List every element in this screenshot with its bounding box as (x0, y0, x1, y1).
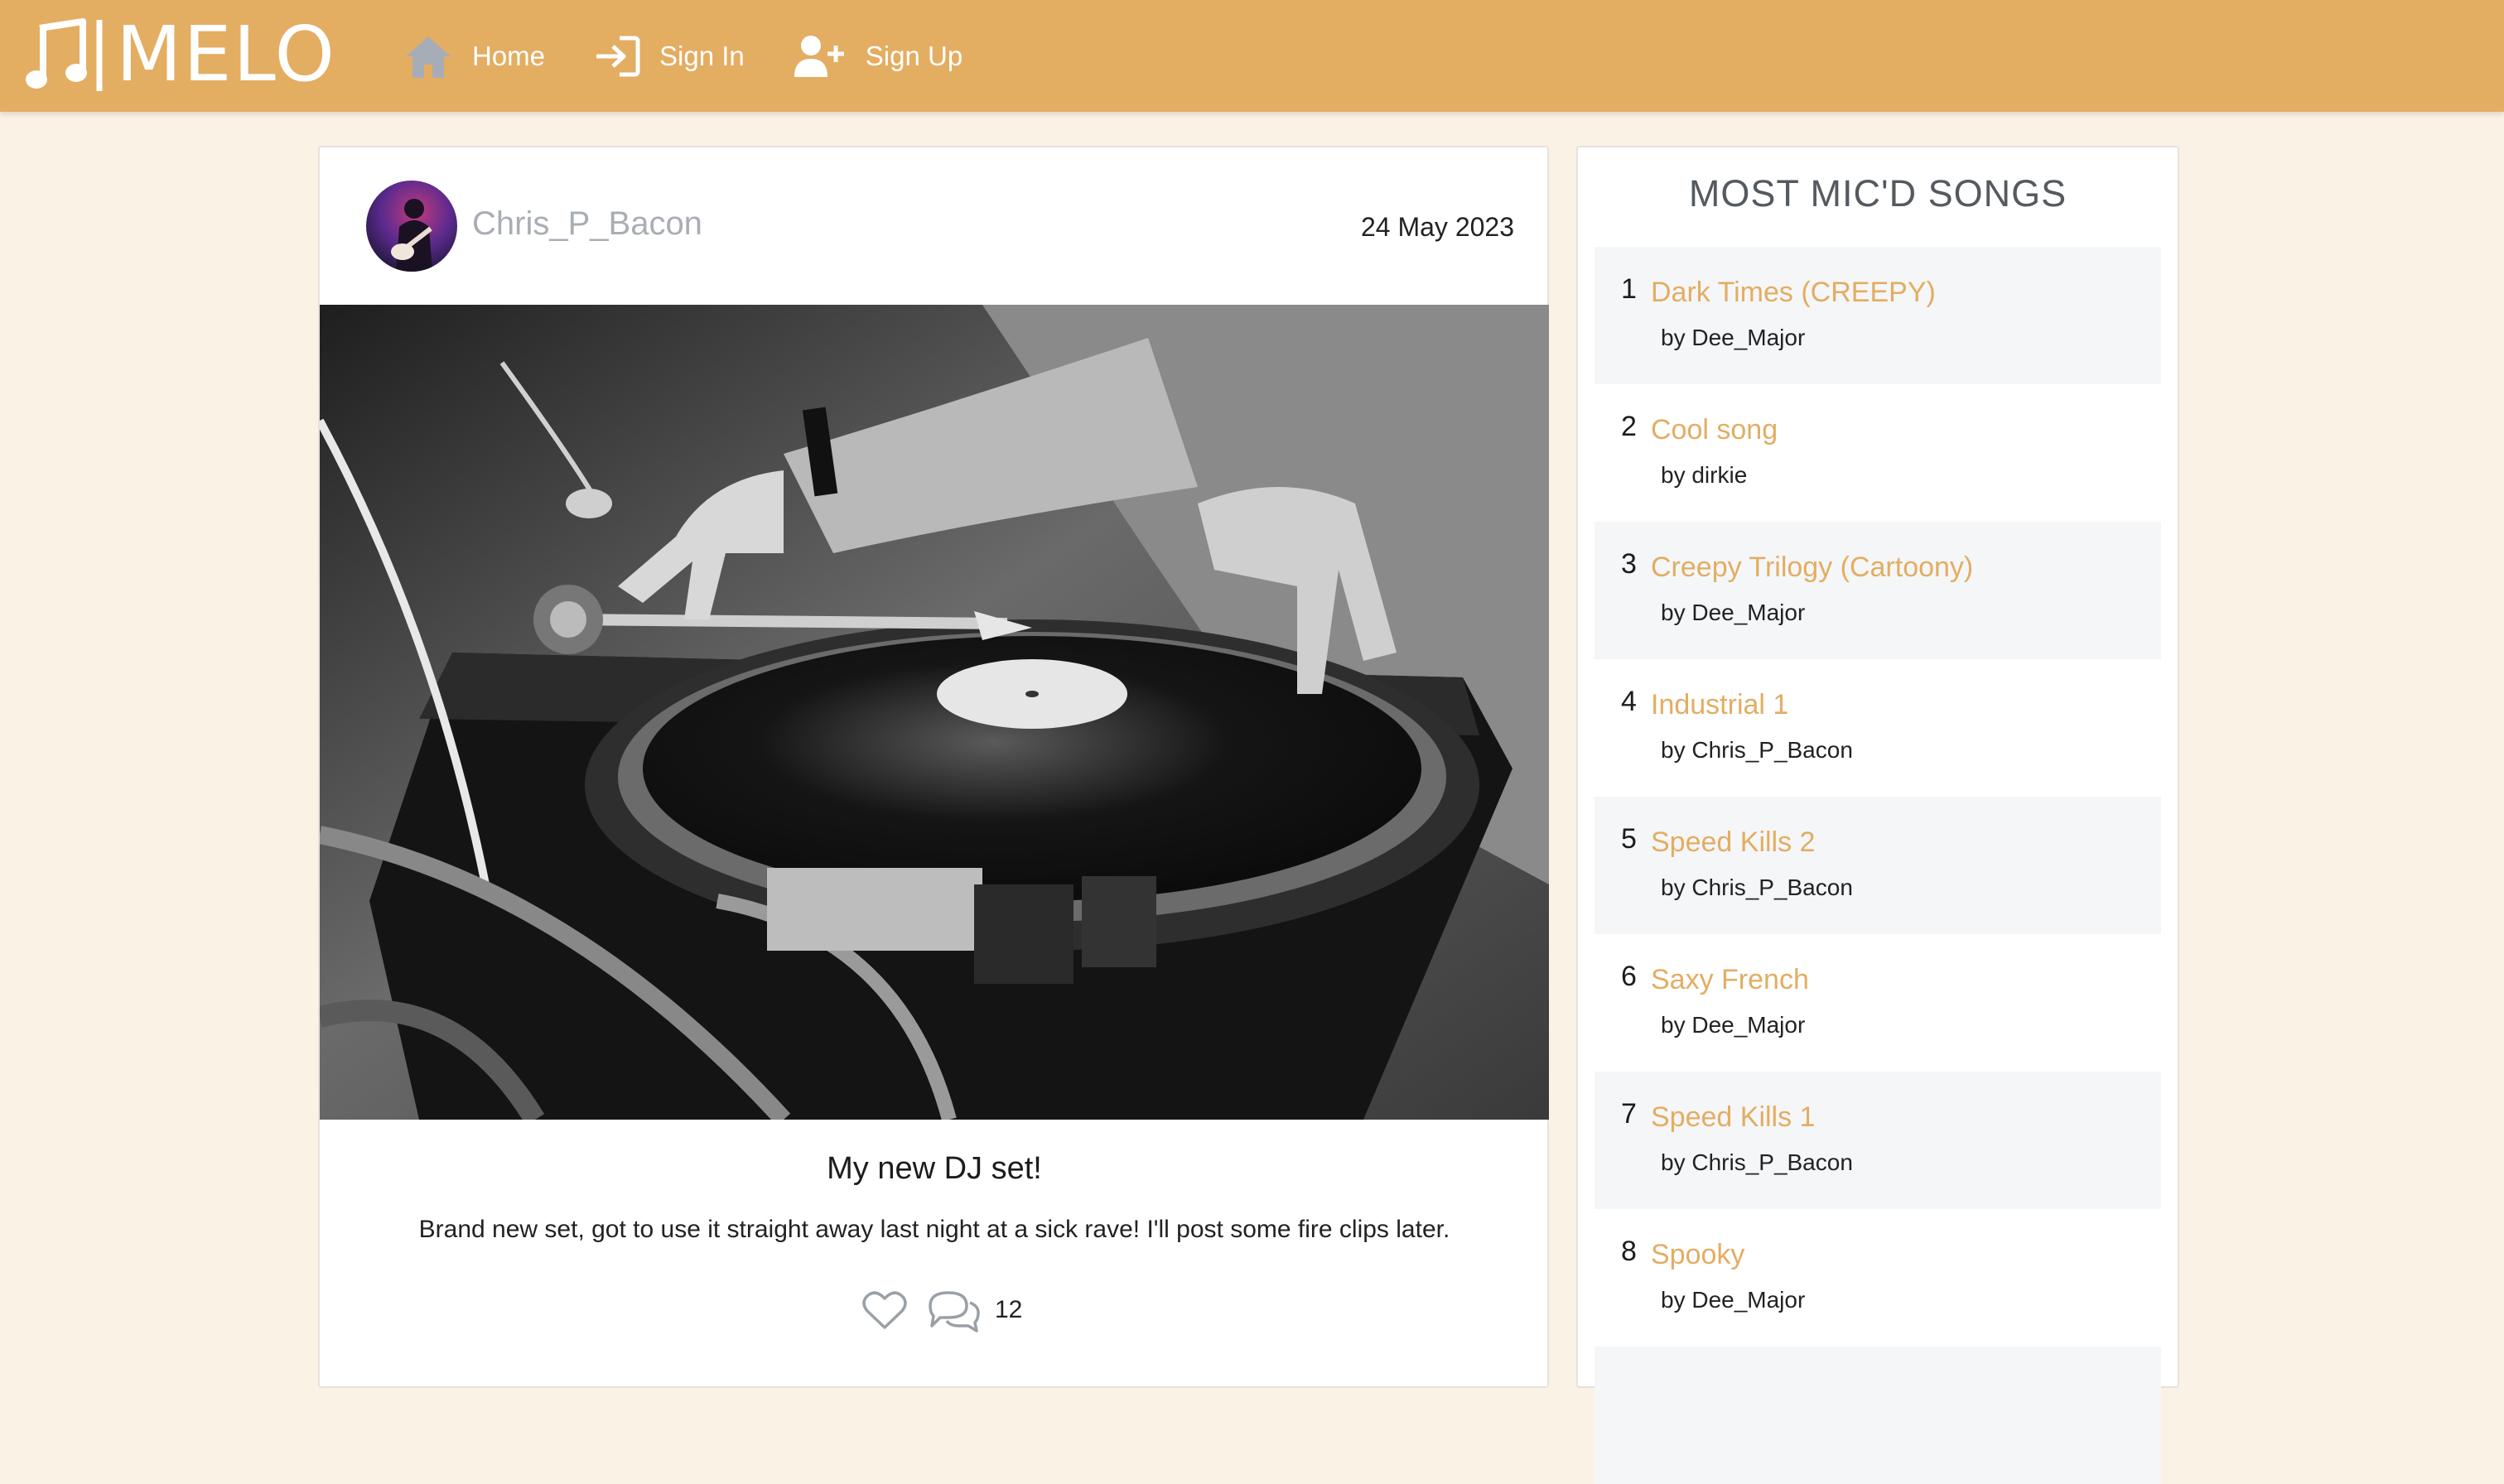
song-item: 6 Saxy French by Dee_Major (1595, 934, 2161, 1072)
nav-links: Home Sign In Sign Up (403, 25, 1011, 87)
song-artist: by Chris_P_Bacon (1661, 1149, 1853, 1175)
song-title-link[interactable]: Dark Times (CREEPY) (1651, 277, 1936, 309)
song-item: 8 Spooky by Dee_Major (1595, 1209, 2161, 1347)
post-actions: 12 (862, 1285, 1022, 1335)
song-item: 5 Speed Kills 2 by Chris_P_Bacon (1595, 797, 2161, 934)
post-image (320, 305, 1549, 1120)
song-rank: 7 (1621, 1098, 1637, 1130)
nav-home-label: Home (472, 40, 546, 71)
sidebar-title: MOST MIC'D SONGS (1688, 172, 2067, 214)
brand-logo[interactable]: MELO (25, 13, 336, 96)
song-title-link[interactable]: Speed Kills 2 (1651, 826, 1815, 859)
user-plus-icon (794, 35, 844, 77)
song-item: 1 Dark Times (CREEPY) by Dee_Major (1595, 247, 2161, 384)
song-rank: 6 (1621, 961, 1637, 992)
song-artist: by Chris_P_Bacon (1661, 737, 1853, 763)
comments-icon[interactable] (925, 1288, 983, 1332)
post-date: 24 May 2023 (1360, 212, 1514, 242)
song-item: 7 Speed Kills 1 by Chris_P_Bacon (1595, 1072, 2161, 1209)
post-card: Chris_P_Bacon 24 May 2023 My new DJ set!… (318, 146, 1549, 1388)
song-list: 1 Dark Times (CREEPY) by Dee_Major 2 Coo… (1595, 247, 2161, 1484)
avatar-guitarist-image (391, 199, 432, 272)
post-username[interactable]: Chris_P_Bacon (472, 205, 702, 243)
home-icon (406, 36, 451, 78)
song-item: 2 Cool song by dirkie (1595, 384, 2161, 522)
song-rank: 8 (1621, 1236, 1637, 1267)
navbar: MELO Home Sign In Sign Up (0, 0, 2504, 112)
post-title: My new DJ set! (827, 1151, 1042, 1186)
song-title-link[interactable]: Creepy Trilogy (Cartoony) (1651, 552, 1973, 584)
brand-name: MELO (116, 10, 336, 99)
song-rank: 1 (1621, 273, 1637, 305)
heart-icon[interactable] (862, 1289, 907, 1331)
song-title-link[interactable]: Speed Kills 1 (1651, 1101, 1815, 1134)
song-artist: by dirkie (1661, 462, 1748, 488)
nav-sign-in[interactable]: Sign In (593, 35, 745, 78)
brand-divider (96, 20, 103, 91)
most-micd-songs-panel: MOST MIC'D SONGS 1 Dark Times (CREEPY) b… (1576, 146, 2179, 1484)
song-item (1595, 1347, 2161, 1484)
song-item: 3 Creepy Trilogy (Cartoony) by Dee_Major (1595, 522, 2161, 659)
comment-count: 12 (995, 1296, 1023, 1323)
song-artist: by Dee_Major (1661, 325, 1806, 350)
music-note-icon (26, 18, 87, 89)
post-body: Brand new set, got to use it straight aw… (418, 1216, 1450, 1243)
song-title-link[interactable]: Cool song (1651, 414, 1778, 446)
song-artist: by Dee_Major (1661, 1012, 1806, 1038)
song-rank: 3 (1621, 548, 1637, 580)
nav-sign-up[interactable]: Sign Up (793, 34, 963, 79)
song-title-link[interactable]: Spooky (1651, 1239, 1744, 1271)
song-title-link[interactable]: Saxy French (1651, 964, 1809, 996)
avatar[interactable] (366, 181, 457, 272)
song-artist: by Chris_P_Bacon (1661, 874, 1853, 900)
nav-home[interactable]: Home (403, 33, 545, 80)
song-item: 4 Industrial 1 by Chris_P_Bacon (1595, 659, 2161, 797)
song-rank: 5 (1621, 823, 1637, 855)
song-rank: 4 (1621, 686, 1637, 717)
song-artist: by Dee_Major (1661, 1287, 1806, 1313)
song-rank: 2 (1621, 411, 1637, 442)
sign-in-icon (596, 36, 640, 76)
nav-sign-in-label: Sign In (659, 40, 745, 71)
song-title-link[interactable]: Industrial 1 (1651, 689, 1788, 721)
nav-sign-up-label: Sign Up (865, 40, 963, 71)
song-artist: by Dee_Major (1661, 600, 1806, 625)
